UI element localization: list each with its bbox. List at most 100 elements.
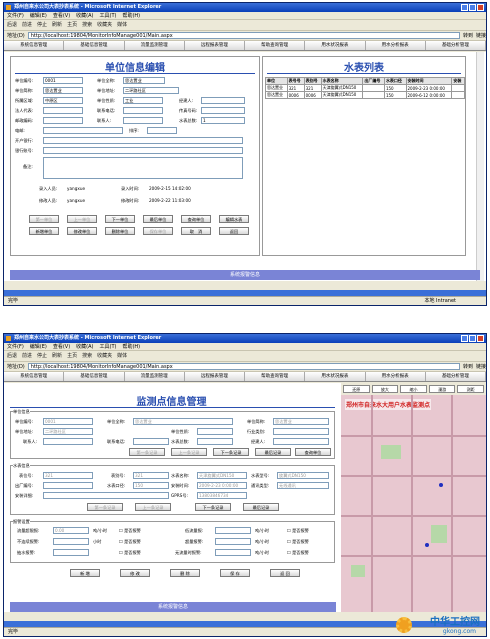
edit-meter-button[interactable]: 编辑水表 xyxy=(219,215,249,223)
meter-type-input[interactable]: 旋翼式DN150 xyxy=(277,472,329,479)
back-button[interactable]: 后退 xyxy=(7,351,17,361)
menu-favorites[interactable]: 收藏(A) xyxy=(76,12,93,19)
maximize-button[interactable] xyxy=(469,335,476,342)
last-meter-button[interactable]: 最后记录 xyxy=(243,503,279,511)
nature-select[interactable] xyxy=(197,428,233,435)
table-row[interactable]: 思达置业 0006 0006 天津旋翼式DN150 150 2009-6-12 … xyxy=(265,91,465,99)
alarm-checkbox[interactable]: ☐ 是否报警 xyxy=(287,549,309,556)
save-button[interactable]: 保 存 xyxy=(220,569,250,577)
stop-button[interactable]: 停止 xyxy=(37,351,47,361)
prev-unit-button[interactable]: 上一单位 xyxy=(67,215,97,223)
nature-select[interactable]: 工业 xyxy=(123,97,163,104)
return-button[interactable]: 返 回 xyxy=(270,569,300,577)
nav-item[interactable]: 远程报表管理 xyxy=(185,372,245,381)
bank-input[interactable] xyxy=(43,137,243,144)
city-map[interactable]: 郑州市自来水大用户水表监测点 xyxy=(341,395,486,612)
comm-select[interactable]: 无线通讯 xyxy=(277,482,329,489)
nav-item[interactable]: 系统信息管理 xyxy=(4,372,65,381)
caliber-input[interactable]: 150 xyxy=(133,482,169,489)
back-button[interactable]: 后退 xyxy=(7,20,17,30)
contact-input[interactable] xyxy=(123,117,163,124)
home-button[interactable]: 主页 xyxy=(67,20,77,30)
forward-button[interactable]: 前进 xyxy=(22,351,32,361)
nav-item[interactable]: 用水分析报表 xyxy=(366,41,426,50)
last-record-button[interactable]: 最后记录 xyxy=(255,448,291,456)
media-button[interactable]: 媒体 xyxy=(117,351,127,361)
meters-input[interactable]: 1 xyxy=(201,117,245,124)
order-input[interactable] xyxy=(147,127,177,134)
close-button[interactable] xyxy=(477,4,484,11)
menu-file[interactable]: 文件(F) xyxy=(7,343,24,350)
menu-tools[interactable]: 工具(T) xyxy=(100,343,117,350)
nav-item[interactable]: 基础信息管理 xyxy=(64,41,125,50)
maximize-button[interactable] xyxy=(469,4,476,11)
favorites-button[interactable]: 收藏夹 xyxy=(97,20,112,30)
install-addr-input[interactable] xyxy=(43,492,169,499)
account-input[interactable] xyxy=(43,147,243,154)
first-unit-button[interactable]: 第一单位 xyxy=(29,215,59,223)
delete-unit-button[interactable]: 删除单位 xyxy=(105,227,135,235)
menu-view[interactable]: 查看(V) xyxy=(53,12,70,19)
next-meter-button[interactable]: 下一条记录 xyxy=(195,503,231,511)
first-meter-button[interactable]: 第一条记录 xyxy=(87,503,123,511)
menu-edit[interactable]: 编辑(E) xyxy=(30,12,47,19)
map-reset-button[interactable]: 还原 xyxy=(343,385,370,393)
remark-textarea[interactable] xyxy=(43,157,243,179)
unit-no-input[interactable]: 0001 xyxy=(43,77,83,84)
nav-item[interactable]: 流量监测管理 xyxy=(125,372,185,381)
vertical-scrollbar[interactable] xyxy=(476,52,484,281)
map-marker-icon[interactable] xyxy=(425,543,429,547)
address-input[interactable]: 二环路社区 xyxy=(43,428,93,435)
meter-no-input[interactable]: 321 xyxy=(43,472,93,479)
refresh-button[interactable]: 刷新 xyxy=(52,20,62,30)
nav-item[interactable]: 基础分析管理 xyxy=(426,372,486,381)
contact-input[interactable] xyxy=(43,438,93,445)
go-button[interactable]: 转到 xyxy=(463,363,473,370)
zip-input[interactable] xyxy=(43,117,83,124)
modify-button[interactable]: 修 改 xyxy=(120,569,150,577)
minimize-button[interactable] xyxy=(461,4,468,11)
last-unit-button[interactable]: 最后单位 xyxy=(143,215,173,223)
add-button[interactable]: 新 增 xyxy=(70,569,100,577)
alarm-checkbox[interactable]: ☐ 是否报警 xyxy=(119,527,141,534)
alarm-input[interactable] xyxy=(53,538,89,545)
alarm-checkbox[interactable]: ☐ 是否报警 xyxy=(287,527,309,534)
query-unit-button[interactable]: 查询单位 xyxy=(181,215,211,223)
nav-item[interactable]: 帮助查询管理 xyxy=(245,41,306,50)
alarm-input[interactable]: 0.00 xyxy=(53,527,89,534)
menu-help[interactable]: 帮助(H) xyxy=(122,12,140,19)
alarm-checkbox[interactable]: ☐ 是否报警 xyxy=(119,549,141,556)
nav-item[interactable]: 系统信息管理 xyxy=(4,41,65,50)
short-name-input[interactable]: 思达置业 xyxy=(43,87,83,94)
go-button[interactable]: 转到 xyxy=(463,32,473,39)
legal-input[interactable] xyxy=(43,107,83,114)
alarm-input[interactable] xyxy=(53,549,89,556)
media-button[interactable]: 媒体 xyxy=(117,20,127,30)
build-input[interactable] xyxy=(201,97,245,104)
menu-tools[interactable]: 工具(T) xyxy=(100,12,117,19)
cancel-button[interactable]: 取 消 xyxy=(181,227,211,235)
table-row[interactable]: 思达置业 321 321 天津旋翼式DN150 150 2009-2-23 0:… xyxy=(265,84,465,92)
meter-name-input[interactable]: 天津旋翼式DN150 xyxy=(197,472,247,479)
measure-button[interactable]: 测距 xyxy=(457,385,484,393)
phone-input[interactable] xyxy=(133,438,169,445)
alarm-info-bar[interactable]: 系统报警信息 xyxy=(10,270,480,280)
factory-input[interactable] xyxy=(43,482,93,489)
next-record-button[interactable]: 下一条记录 xyxy=(213,448,249,456)
links-button[interactable]: 链接 xyxy=(476,363,486,370)
district-select[interactable]: 中原区 xyxy=(43,97,83,104)
industry-select[interactable] xyxy=(273,428,329,435)
nav-item[interactable]: 用水状况报表 xyxy=(305,372,366,381)
add-unit-button[interactable]: 新增单位 xyxy=(29,227,59,235)
favorites-button[interactable]: 收藏夹 xyxy=(97,351,112,361)
delete-button[interactable]: 删 除 xyxy=(170,569,200,577)
address-input[interactable]: http://localhost:19804/MonitorInfoManage… xyxy=(27,32,460,39)
email-input[interactable] xyxy=(43,127,123,134)
pan-button[interactable]: 漫游 xyxy=(428,385,456,393)
next-unit-button[interactable]: 下一单位 xyxy=(105,215,135,223)
menu-help[interactable]: 帮助(H) xyxy=(122,343,140,350)
save-unit-button[interactable]: 保存单位 xyxy=(143,227,173,235)
nav-item[interactable]: 帮助查询管理 xyxy=(245,372,306,381)
modify-unit-button[interactable]: 修改单位 xyxy=(67,227,97,235)
nav-item[interactable]: 基础信息管理 xyxy=(64,372,125,381)
